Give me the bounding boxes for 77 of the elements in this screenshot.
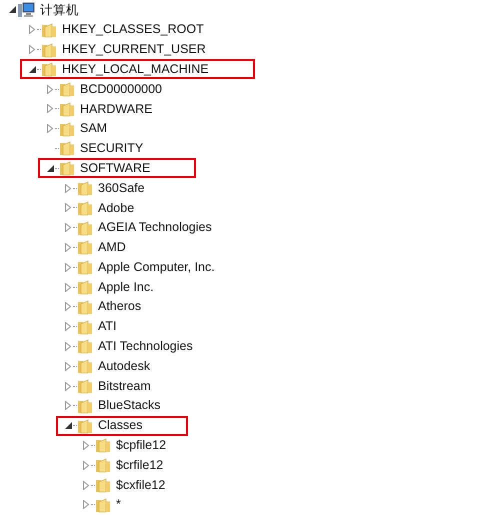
tree-item-label[interactable]: SAM [80, 119, 108, 138]
expand-arrow-icon[interactable] [65, 223, 71, 232]
tree-item-label[interactable]: BCD00000000 [80, 80, 162, 98]
folder-icon [77, 378, 93, 394]
collapse-arrow-icon[interactable] [8, 6, 16, 14]
folder-icon [41, 61, 57, 78]
folder-icon [41, 42, 57, 58]
folder-icon [77, 418, 93, 434]
tree-item-label[interactable]: HARDWARE [80, 100, 152, 118]
expand-arrow-icon[interactable] [65, 401, 71, 410]
tree-item-label[interactable]: 360Safe [98, 178, 145, 198]
folder-icon [41, 22, 57, 38]
folder-icon [95, 496, 111, 513]
tree-item-label[interactable]: Classes [98, 416, 142, 436]
expand-arrow-icon[interactable] [65, 382, 71, 391]
tree-item-label[interactable]: Atheros [98, 297, 142, 316]
folder-icon [77, 398, 93, 414]
collapse-arrow-icon[interactable] [64, 422, 72, 430]
folder-icon [59, 140, 75, 156]
tree-item-label[interactable]: HKEY_CLASSES_ROOT [62, 20, 204, 40]
expand-arrow-icon[interactable] [65, 322, 71, 332]
tree-item-label[interactable]: SOFTWARE [80, 158, 150, 178]
expand-arrow-icon[interactable] [65, 302, 71, 312]
expand-arrow-icon[interactable] [83, 440, 89, 450]
expand-arrow-icon[interactable] [83, 500, 89, 510]
expand-arrow-icon[interactable] [65, 242, 71, 252]
expand-arrow-icon[interactable] [47, 124, 53, 134]
folder-icon [77, 338, 93, 354]
tree-item-label[interactable]: SECURITY [80, 139, 144, 158]
tree-item-label[interactable]: Adobe [98, 198, 134, 218]
folder-icon [59, 120, 75, 137]
expand-arrow-icon[interactable] [65, 362, 71, 371]
expand-arrow-icon[interactable] [83, 460, 89, 470]
tree-item-label[interactable]: HKEY_LOCAL_MACHINE [62, 60, 209, 79]
folder-icon [77, 239, 93, 256]
collapse-arrow-icon[interactable] [28, 66, 36, 73]
tree-item-label[interactable]: $crfile12 [116, 456, 164, 475]
folder-icon [59, 81, 75, 98]
computer-icon [17, 2, 35, 18]
folder-icon [77, 200, 93, 216]
tree-item-label[interactable]: Apple Inc. [98, 278, 154, 296]
tree-item-label[interactable]: Bitstream [98, 376, 151, 396]
collapse-arrow-icon[interactable] [46, 164, 54, 172]
expand-arrow-icon[interactable] [47, 104, 53, 114]
folder-icon [77, 259, 93, 276]
expand-arrow-icon[interactable] [29, 45, 35, 54]
folder-icon [59, 160, 75, 176]
folder-icon [77, 298, 93, 315]
expand-arrow-icon[interactable] [65, 203, 71, 212]
tree-item-label[interactable]: Autodesk [98, 356, 150, 376]
tree-item-label[interactable]: Apple Computer, Inc. [98, 258, 215, 277]
expand-arrow-icon[interactable] [65, 262, 71, 272]
tree-item-label[interactable]: BlueStacks [98, 396, 161, 416]
expand-arrow-icon[interactable] [29, 25, 35, 34]
expand-arrow-icon[interactable] [83, 480, 89, 490]
tree-item-label[interactable]: ATI Technologies [98, 337, 193, 356]
folder-icon [77, 318, 93, 335]
folder-icon [95, 437, 111, 454]
tree-item-label[interactable]: 计算机 [40, 0, 79, 20]
folder-icon [77, 279, 93, 296]
expand-arrow-icon[interactable] [65, 342, 71, 351]
folder-icon [95, 477, 111, 494]
folder-icon [77, 180, 93, 196]
folder-icon [77, 220, 93, 236]
tree-item-label[interactable]: AMD [98, 238, 126, 257]
expand-arrow-icon[interactable] [65, 282, 71, 292]
tree-item-label[interactable]: HKEY_CURRENT_USER [62, 40, 206, 59]
tree-item-label[interactable]: $cpfile12 [116, 436, 166, 455]
expand-arrow-icon[interactable] [47, 84, 53, 94]
tree-item-label[interactable]: AGEIA Technologies [98, 218, 212, 238]
tree-item-label[interactable]: ATI [98, 317, 117, 336]
folder-icon [77, 358, 93, 374]
folder-icon [59, 100, 75, 117]
expand-arrow-icon[interactable] [65, 184, 71, 193]
folder-icon [95, 457, 111, 474]
tree-item-label[interactable]: $cxfile12 [116, 476, 166, 494]
tree-item-label[interactable]: * [116, 495, 121, 514]
